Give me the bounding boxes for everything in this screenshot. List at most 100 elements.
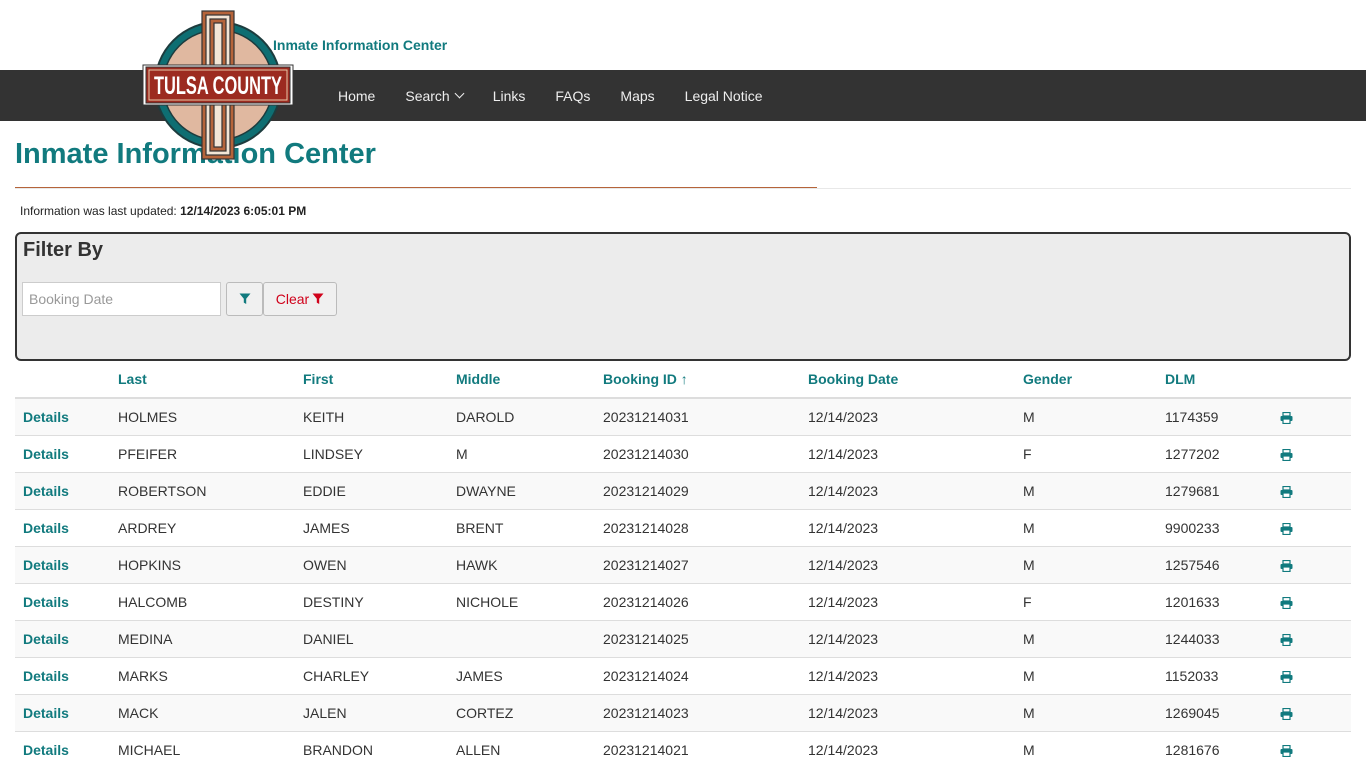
nav-search[interactable]: Search bbox=[390, 88, 477, 104]
cell-first: CHARLEY bbox=[303, 657, 456, 695]
chevron-down-icon bbox=[454, 88, 465, 99]
cell-booking-date: 12/14/2023 bbox=[808, 546, 1023, 584]
cell-middle: DWAYNE bbox=[456, 472, 603, 510]
table-header-row: Last First Middle Booking ID ↑ Booking D… bbox=[15, 361, 1351, 399]
cell-last: ROBERTSON bbox=[118, 472, 303, 510]
cell-first: OWEN bbox=[303, 546, 456, 584]
table-row: Details ROBERTSON EDDIE DWAYNE 20231214029 12… bbox=[15, 472, 1351, 510]
cell-booking-date: 12/14/2023 bbox=[808, 657, 1023, 695]
cell-dlm: 9900233 bbox=[1165, 509, 1280, 547]
nav-search-label: Search bbox=[405, 87, 450, 104]
cell-middle: NICHOLE bbox=[456, 583, 603, 621]
cell-booking-date: 12/14/2023 bbox=[808, 397, 1023, 436]
cell-first: JALEN bbox=[303, 694, 456, 732]
col-header-booking-date[interactable]: Booking Date bbox=[808, 361, 1023, 399]
nav-links[interactable]: Links bbox=[478, 88, 541, 104]
clear-filter-label: Clear bbox=[275, 291, 310, 307]
cell-booking-id: 20231214025 bbox=[603, 620, 808, 658]
filter-icon bbox=[312, 293, 324, 304]
cell-dlm: 1277202 bbox=[1165, 435, 1280, 473]
cell-gender: F bbox=[1023, 435, 1165, 473]
nav-home-label: Home bbox=[338, 87, 376, 104]
col-header-dlm[interactable]: DLM bbox=[1165, 361, 1280, 399]
details-cell: Details bbox=[15, 472, 118, 510]
print-icon[interactable] bbox=[1280, 671, 1293, 684]
cell-booking-id: 20231214030 bbox=[603, 435, 808, 473]
cell-middle: M bbox=[456, 435, 603, 473]
table-row: Details HALCOMB DESTINY NICHOLE 20231214026 1… bbox=[15, 583, 1351, 621]
nav-maps[interactable]: Maps bbox=[605, 88, 669, 104]
apply-filter-button[interactable] bbox=[226, 282, 263, 316]
cell-booking-id: 20231214028 bbox=[603, 509, 808, 547]
cell-booking-date: 12/14/2023 bbox=[808, 509, 1023, 547]
site-name[interactable]: Inmate Information Center bbox=[273, 37, 447, 53]
details-link[interactable]: Details bbox=[23, 520, 69, 536]
print-cell bbox=[1280, 657, 1351, 695]
cell-middle: BRENT bbox=[456, 509, 603, 547]
nav-faqs[interactable]: FAQs bbox=[540, 88, 605, 104]
print-icon[interactable] bbox=[1280, 745, 1293, 758]
cell-first: BRANDON bbox=[303, 731, 456, 768]
tulsa-county-logo[interactable]: TULSA COUNTY bbox=[142, 9, 294, 161]
title-divider bbox=[15, 188, 1351, 189]
cell-gender: M bbox=[1023, 397, 1165, 436]
cell-booking-id: 20231214027 bbox=[603, 546, 808, 584]
nav-home[interactable]: Home bbox=[323, 88, 390, 104]
details-link[interactable]: Details bbox=[23, 594, 69, 610]
print-icon[interactable] bbox=[1280, 708, 1293, 721]
details-cell: Details bbox=[15, 509, 118, 547]
details-link[interactable]: Details bbox=[23, 409, 69, 425]
nav-legal-notice[interactable]: Legal Notice bbox=[670, 88, 778, 104]
nav-links-label: Links bbox=[492, 87, 526, 104]
col-header-middle[interactable]: Middle bbox=[456, 361, 603, 399]
print-icon[interactable] bbox=[1280, 560, 1293, 573]
table-row: Details MARKS CHARLEY JAMES 20231214024 12/14… bbox=[15, 657, 1351, 695]
cell-booking-date: 12/14/2023 bbox=[808, 583, 1023, 621]
cell-middle: JAMES bbox=[456, 657, 603, 695]
cell-dlm: 1201633 bbox=[1165, 583, 1280, 621]
clear-filter-button[interactable]: Clear bbox=[263, 282, 337, 316]
cell-first: LINDSEY bbox=[303, 435, 456, 473]
cell-booking-date: 12/14/2023 bbox=[808, 731, 1023, 768]
cell-middle bbox=[456, 620, 603, 658]
cell-last: MACK bbox=[118, 694, 303, 732]
booking-date-input[interactable] bbox=[22, 282, 221, 316]
details-link[interactable]: Details bbox=[23, 483, 69, 499]
cell-booking-id: 20231214026 bbox=[603, 583, 808, 621]
print-icon[interactable] bbox=[1280, 412, 1293, 425]
print-icon[interactable] bbox=[1280, 597, 1293, 610]
details-cell: Details bbox=[15, 435, 118, 473]
cell-last: MARKS bbox=[118, 657, 303, 695]
cell-dlm: 1174359 bbox=[1165, 397, 1280, 436]
table-row: Details MEDINA DANIEL 20231214025 12/14/2023… bbox=[15, 620, 1351, 658]
col-header-last[interactable]: Last bbox=[118, 361, 303, 399]
filter-icon bbox=[239, 293, 250, 304]
cell-booking-date: 12/14/2023 bbox=[808, 435, 1023, 473]
details-link[interactable]: Details bbox=[23, 668, 69, 684]
details-link[interactable]: Details bbox=[23, 557, 69, 573]
details-link[interactable]: Details bbox=[23, 631, 69, 647]
print-icon[interactable] bbox=[1280, 486, 1293, 499]
col-header-gender[interactable]: Gender bbox=[1023, 361, 1165, 399]
title-divider-accent bbox=[15, 187, 817, 188]
col-header-first[interactable]: First bbox=[303, 361, 456, 399]
details-cell: Details bbox=[15, 397, 118, 436]
cell-booking-date: 12/14/2023 bbox=[808, 694, 1023, 732]
cell-dlm: 1244033 bbox=[1165, 620, 1280, 658]
cell-first: EDDIE bbox=[303, 472, 456, 510]
details-link[interactable]: Details bbox=[23, 446, 69, 462]
cell-middle: CORTEZ bbox=[456, 694, 603, 732]
details-cell: Details bbox=[15, 731, 118, 768]
cell-gender: M bbox=[1023, 657, 1165, 695]
print-cell bbox=[1280, 731, 1351, 768]
print-icon[interactable] bbox=[1280, 449, 1293, 462]
details-link[interactable]: Details bbox=[23, 742, 69, 758]
last-updated: Information was last updated: 12/14/2023… bbox=[20, 204, 306, 218]
details-cell: Details bbox=[15, 620, 118, 658]
print-cell bbox=[1280, 546, 1351, 584]
cell-dlm: 1152033 bbox=[1165, 657, 1280, 695]
details-link[interactable]: Details bbox=[23, 705, 69, 721]
col-header-booking-id[interactable]: Booking ID ↑ bbox=[603, 361, 808, 399]
print-icon[interactable] bbox=[1280, 523, 1293, 536]
print-icon[interactable] bbox=[1280, 634, 1293, 647]
